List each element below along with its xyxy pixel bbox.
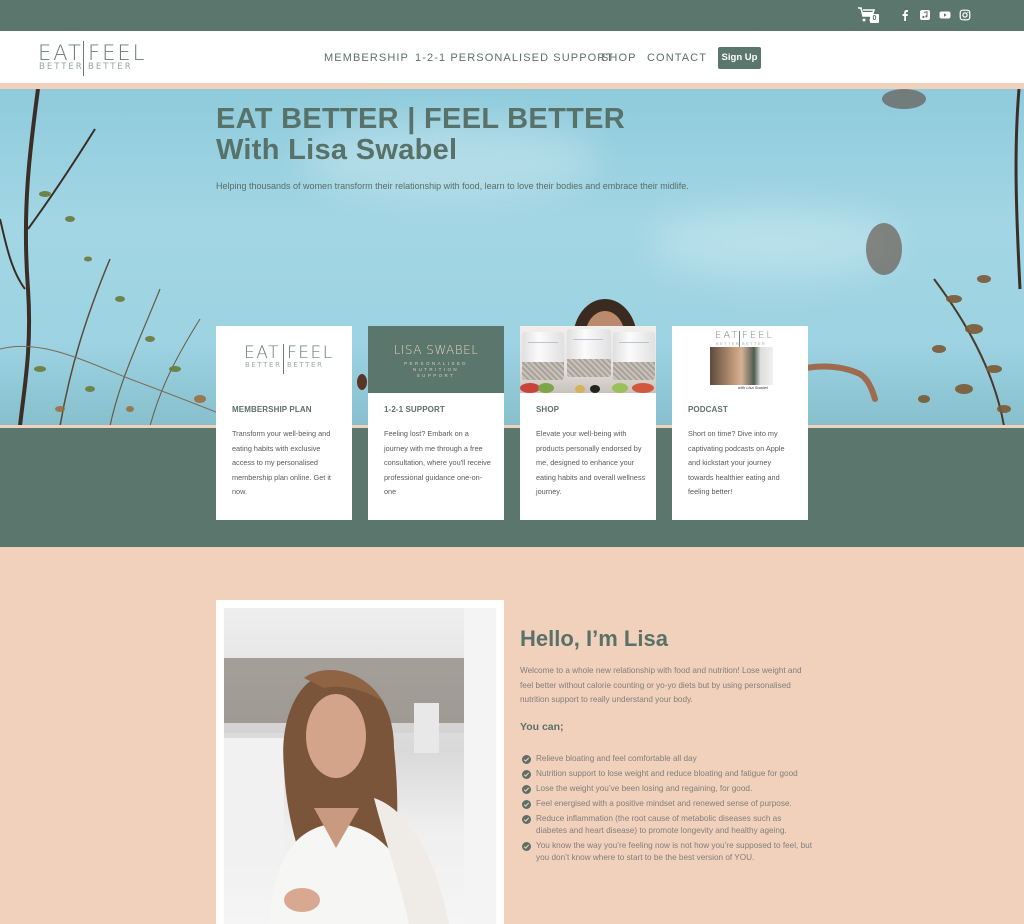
- card-membership-plan[interactable]: EAT FEEL BETTER BETTER MEMBERSHIP PLAN T…: [216, 326, 352, 520]
- benefit-item: Lose the weight you’ve been losing and r…: [522, 783, 812, 795]
- top-bar: 0: [0, 0, 1024, 31]
- card-description: Short on time? Dive into my captivating …: [688, 429, 785, 496]
- hero-title-line1: EAT BETTER | FEEL BETTER: [216, 103, 625, 135]
- card-logo-better-left: BETTER: [245, 361, 282, 369]
- podcast-logo-better-left: BETTER: [716, 341, 741, 346]
- podcast-logo-feel: FEEL: [742, 330, 774, 341]
- services-band: [0, 428, 1024, 547]
- card-description: Feeling lost? Embark on a journey with m…: [384, 429, 491, 496]
- card-description: Transform your well-being and eating hab…: [232, 429, 331, 496]
- nav-membership[interactable]: MEMBERSHIP: [324, 52, 409, 64]
- card-shop-products-image: [520, 326, 656, 393]
- cart-count-badge: 0: [870, 14, 879, 23]
- logo-lisa-swabel: LISA SWABEL: [393, 343, 479, 357]
- hero-title-line2: With Lisa Swabel: [216, 134, 458, 166]
- podcast-caption: with Lisa Swabel: [738, 385, 768, 390]
- check-circle-icon: [522, 755, 531, 764]
- about-heading: Hello, I’m Lisa: [520, 626, 668, 651]
- facebook-icon[interactable]: [899, 9, 911, 21]
- card-membership-logo: EAT FEEL BETTER BETTER: [216, 326, 352, 393]
- card-121-support[interactable]: LISA SWABEL PERSONALISED NUTRITION SUPPO…: [368, 326, 504, 520]
- instagram-icon[interactable]: [959, 9, 971, 21]
- card-logo-feel: FEEL: [287, 343, 334, 363]
- podcast-logo-better-right: BETTER: [742, 341, 767, 346]
- benefit-text: Nutrition support to lose weight and red…: [536, 769, 798, 778]
- logo-better-right: BETTER: [88, 62, 133, 72]
- card-title[interactable]: 1-2-1 SUPPORT: [384, 405, 445, 414]
- card-title[interactable]: MEMBERSHIP PLAN: [232, 405, 312, 414]
- card-podcast[interactable]: EAT FEEL BETTER BETTER with Lisa Swabel …: [672, 326, 808, 520]
- logo-nutrition: NUTRITION: [412, 367, 460, 372]
- fruit-decoration: [520, 383, 540, 393]
- fruit-decoration: [632, 383, 654, 393]
- benefit-text: Reduce inflammation (the root cause of m…: [536, 814, 787, 835]
- card-description: Elevate your well-being with products pe…: [536, 429, 646, 496]
- fruit-decoration: [590, 385, 600, 393]
- hero-title: EAT BETTER | FEEL BETTER With Lisa Swabe…: [216, 104, 625, 166]
- benefit-item: Relieve bloating and feel comfortable al…: [522, 753, 812, 765]
- podcast-logo-eat: EAT: [715, 330, 740, 341]
- sign-up-button[interactable]: Sign Up: [718, 47, 761, 69]
- check-circle-icon: [522, 842, 531, 851]
- nav-personalised-support[interactable]: 1-2-1 PERSONALISED SUPPORT: [415, 52, 614, 64]
- benefit-text: Feel energised with a positive mindset a…: [536, 799, 792, 808]
- podcast-host-photo: [710, 347, 773, 385]
- card-shop[interactable]: SHOP Elevate your well-being with produc…: [520, 326, 656, 520]
- logo-support: SUPPORT: [416, 373, 456, 378]
- about-intro-text: Welcome to a whole new relationship with…: [520, 666, 802, 704]
- benefits-list: Relieve bloating and feel comfortable al…: [522, 753, 812, 867]
- card-logo-divider: [283, 344, 284, 374]
- benefit-item: Reduce inflammation (the root cause of m…: [522, 813, 812, 837]
- apple-podcasts-icon[interactable]: [919, 9, 931, 21]
- benefit-item: Feel energised with a positive mindset a…: [522, 798, 812, 810]
- hero-outstretched-arm: [800, 363, 878, 402]
- check-circle-icon: [522, 770, 531, 779]
- hero-subtitle: Helping thousands of women transform the…: [216, 181, 689, 191]
- check-circle-icon: [522, 815, 531, 824]
- about-photo-lisa: [224, 608, 496, 924]
- benefit-text: You know the way you’re feeling now is n…: [536, 841, 812, 862]
- card-logo-eat: EAT: [244, 343, 280, 363]
- card-title[interactable]: PODCAST: [688, 405, 728, 414]
- card-logo-better-right: BETTER: [287, 361, 324, 369]
- youtube-icon[interactable]: [939, 9, 951, 21]
- benefit-text: Lose the weight you’ve been losing and r…: [536, 784, 753, 793]
- card-lisa-swabel-logo: LISA SWABEL PERSONALISED NUTRITION SUPPO…: [368, 326, 504, 393]
- check-circle-icon: [522, 800, 531, 809]
- check-circle-icon: [522, 785, 531, 794]
- nav-contact[interactable]: CONTACT: [647, 52, 707, 64]
- product-jar: [613, 332, 655, 380]
- benefit-text: Relieve bloating and feel comfortable al…: [536, 754, 697, 763]
- you-can-heading: You can;: [520, 721, 564, 733]
- benefit-item: Nutrition support to lose weight and red…: [522, 768, 812, 780]
- card-title[interactable]: SHOP: [536, 405, 559, 414]
- benefit-item: You know the way you’re feeling now is n…: [522, 840, 812, 864]
- fruit-decoration: [575, 385, 585, 393]
- nav-shop[interactable]: SHOP: [601, 52, 637, 64]
- site-logo[interactable]: EAT FEEL BETTER BETTER: [38, 41, 144, 77]
- fruit-decoration: [538, 383, 554, 393]
- fruit-decoration: [612, 383, 628, 393]
- card-podcast-cover: EAT FEEL BETTER BETTER with Lisa Swabel: [672, 326, 808, 393]
- site-header: EAT FEEL BETTER BETTER MEMBERSHIP 1-2-1 …: [0, 31, 1024, 86]
- logo-personalised: PERSONALISED: [404, 361, 468, 366]
- product-jar: [522, 332, 564, 380]
- product-jar: [567, 329, 611, 377]
- logo-better-left: BETTER: [39, 62, 84, 72]
